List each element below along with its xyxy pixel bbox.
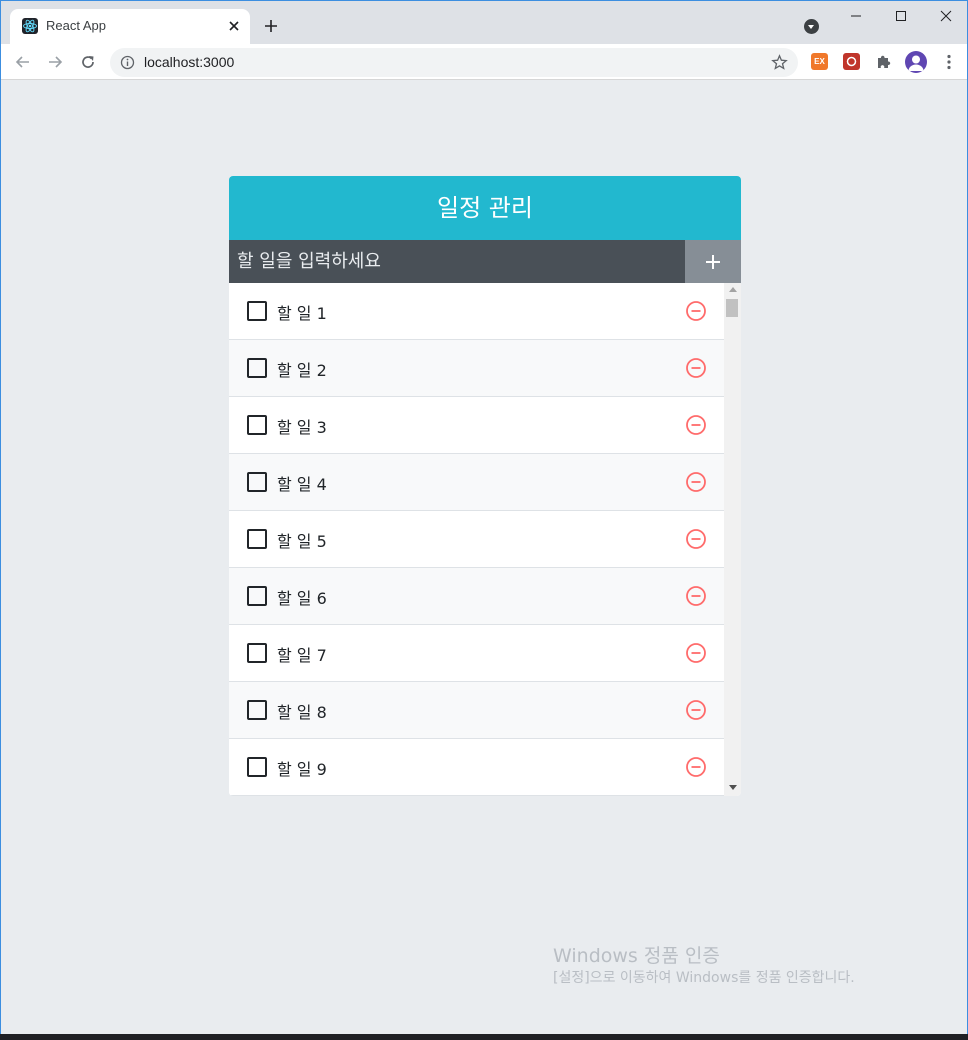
reload-icon[interactable]: [79, 53, 97, 71]
checkbox-blank-icon[interactable]: [247, 415, 267, 435]
checkbox-blank-icon[interactable]: [247, 358, 267, 378]
todo-item[interactable]: 할 일 6: [229, 568, 724, 625]
react-favicon-icon: [22, 18, 38, 34]
extension-red-icon[interactable]: [843, 53, 860, 70]
new-tab-plus-icon[interactable]: [263, 18, 279, 34]
remove-circle-icon[interactable]: [685, 585, 707, 607]
checkbox-blank-icon[interactable]: [247, 586, 267, 606]
checkbox-blank-icon[interactable]: [247, 529, 267, 549]
remove-circle-icon[interactable]: [685, 357, 707, 379]
todo-text: 할 일 5: [277, 532, 327, 551]
taskbar: [0, 1034, 968, 1040]
url-text: localhost:3000: [144, 54, 235, 70]
watermark-subtitle: [설정]으로 이동하여 Windows를 정품 인증합니다.: [553, 970, 855, 986]
checkbox-blank-icon[interactable]: [247, 472, 267, 492]
todo-text: 할 일 8: [277, 703, 327, 722]
todo-text: 할 일 4: [277, 475, 327, 494]
extensions-puzzle-icon[interactable]: [875, 53, 892, 70]
todo-item[interactable]: 할 일 3: [229, 397, 724, 454]
remove-circle-icon[interactable]: [685, 471, 707, 493]
todo-item[interactable]: 할 일 2: [229, 340, 724, 397]
checkbox-blank-icon[interactable]: [247, 700, 267, 720]
todo-item[interactable]: 할 일 9: [229, 739, 724, 796]
todo-item[interactable]: 할 일 1: [229, 283, 724, 340]
window-close-icon[interactable]: [931, 5, 961, 27]
app-title: 일정 관리: [229, 176, 741, 240]
todo-item[interactable]: 할 일 4: [229, 454, 724, 511]
profile-avatar-icon[interactable]: [905, 51, 927, 73]
todo-item[interactable]: 할 일 5: [229, 511, 724, 568]
checkbox-blank-icon[interactable]: [247, 301, 267, 321]
remove-circle-icon[interactable]: [685, 642, 707, 664]
todo-input[interactable]: [229, 240, 685, 283]
address-bar[interactable]: localhost:3000: [110, 48, 798, 77]
remove-circle-icon[interactable]: [685, 528, 707, 550]
todo-text: 할 일 3: [277, 418, 327, 437]
checkbox-blank-icon[interactable]: [247, 757, 267, 777]
todo-text: 할 일 2: [277, 361, 327, 380]
tab-close-icon[interactable]: [226, 18, 242, 34]
extension-ex-icon[interactable]: EX: [811, 53, 828, 70]
todo-item[interactable]: 할 일 8: [229, 682, 724, 739]
checkbox-blank-icon[interactable]: [247, 643, 267, 663]
tab-strip: React App: [1, 1, 967, 44]
tab-title: React App: [46, 18, 106, 33]
remove-circle-icon[interactable]: [685, 300, 707, 322]
site-info-icon[interactable]: [120, 55, 135, 70]
todo-text: 할 일 9: [277, 760, 327, 779]
remove-circle-icon[interactable]: [685, 699, 707, 721]
scrollbar[interactable]: [724, 283, 741, 796]
todo-template: 일정 관리 할 일 9할 일 8할 일 7할 일 6할 일 5할 일 4할 일 …: [229, 176, 741, 796]
scroll-down-arrow-icon[interactable]: [729, 785, 737, 790]
browser-tab[interactable]: React App: [10, 9, 250, 44]
scroll-up-arrow-icon[interactable]: [729, 287, 737, 292]
remove-circle-icon[interactable]: [685, 414, 707, 436]
add-todo-button[interactable]: [685, 240, 741, 283]
tab-search-icon[interactable]: [804, 19, 819, 34]
scroll-thumb[interactable]: [726, 299, 738, 317]
minimize-icon[interactable]: [841, 5, 871, 27]
remove-circle-icon[interactable]: [685, 756, 707, 778]
todo-text: 할 일 7: [277, 646, 327, 665]
maximize-icon[interactable]: [886, 5, 916, 27]
todo-text: 할 일 6: [277, 589, 327, 608]
forward-arrow-icon[interactable]: [46, 53, 64, 71]
todo-insert-form: [229, 240, 741, 283]
todo-list[interactable]: 할 일 9 할 일 8 할 일 7 할 일 6 할 일 5 할 일 4 할 일 3 할 일 2…: [229, 283, 741, 796]
browser-toolbar: localhost:3000 EX: [1, 44, 967, 80]
todo-item[interactable]: 할 일 7: [229, 625, 724, 682]
bookmark-star-icon[interactable]: [771, 54, 788, 71]
todo-text: 할 일 1: [277, 304, 327, 323]
browser-menu-icon[interactable]: [941, 53, 957, 71]
watermark-title: Windows 정품 인증: [553, 945, 720, 967]
back-arrow-icon[interactable]: [14, 53, 32, 71]
